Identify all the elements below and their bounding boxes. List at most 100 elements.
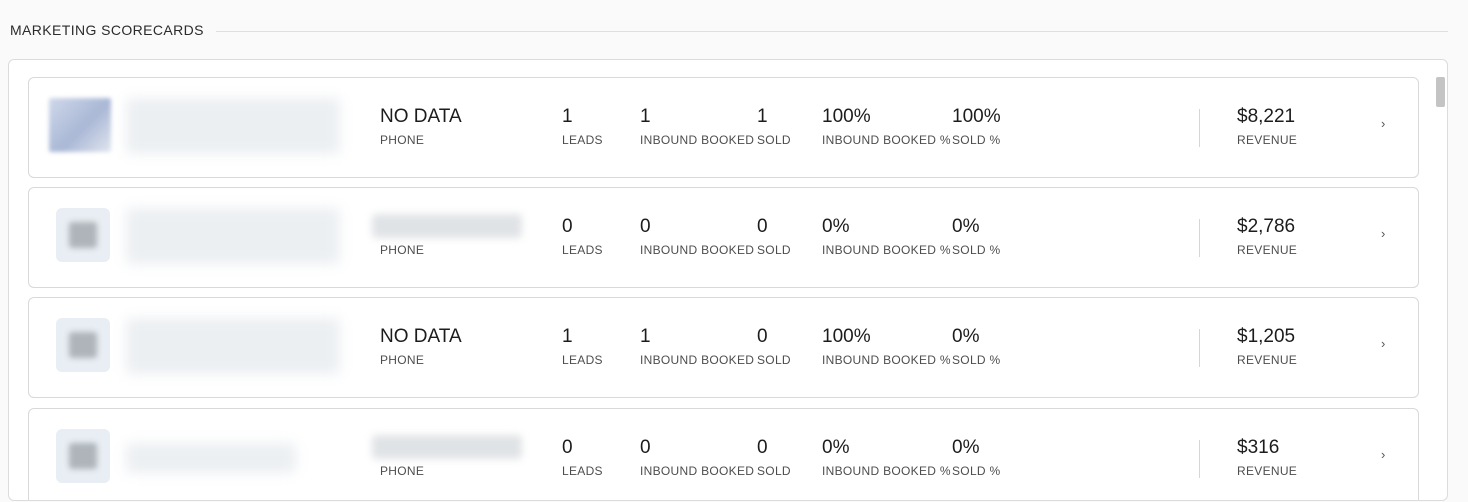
revenue-metric: $316 REVENUE xyxy=(1237,437,1297,478)
revenue-label: REVENUE xyxy=(1237,353,1298,367)
phone-metric: PHONE xyxy=(380,216,424,257)
revenue-value: $2,786 xyxy=(1237,216,1296,237)
revenue-divider xyxy=(1199,440,1200,478)
inbound-booked-value: 1 xyxy=(640,106,651,127)
sold-value: 0 xyxy=(757,437,768,458)
leads-metric: 1 LEADS xyxy=(562,106,603,147)
leads-label: LEADS xyxy=(562,243,603,257)
scorecards-panel: NO DATA PHONE 1 LEADS 1 INBOUND BOOKED 1… xyxy=(8,59,1448,501)
scorecard-card[interactable]: PHONE 0 LEADS 0 INBOUND BOOKED 0 SOLD 0%… xyxy=(28,187,1419,288)
inbound-booked-pct-value: 0% xyxy=(822,437,850,458)
sold-value: 1 xyxy=(757,106,768,127)
chevron-right-icon[interactable]: › xyxy=(1381,447,1391,463)
revenue-metric: $8,221 REVENUE xyxy=(1237,106,1297,147)
revenue-label: REVENUE xyxy=(1237,464,1298,478)
inbound-booked-value: 0 xyxy=(640,437,651,458)
sold-pct-label: SOLD % xyxy=(952,133,1001,147)
section-header: MARKETING SCORECARDS xyxy=(10,20,1448,40)
section-title: MARKETING SCORECARDS xyxy=(10,22,204,38)
inbound-booked-metric: 0 INBOUND BOOKED xyxy=(640,216,754,257)
inbound-booked-pct-label: INBOUND BOOKED % xyxy=(822,243,951,257)
leads-value: 1 xyxy=(562,326,573,347)
sold-pct-value: 100% xyxy=(952,106,1001,127)
sold-pct-value: 0% xyxy=(952,216,980,237)
inbound-booked-pct-metric: 100% INBOUND BOOKED % xyxy=(822,106,951,147)
sold-pct-label: SOLD % xyxy=(952,243,1001,257)
revenue-label: REVENUE xyxy=(1237,243,1298,257)
source-thumbnail xyxy=(49,98,111,152)
inbound-booked-label: INBOUND BOOKED xyxy=(640,353,755,367)
chevron-right-icon[interactable]: › xyxy=(1381,226,1391,242)
sold-metric: 0 SOLD xyxy=(757,326,791,367)
revenue-metric: $2,786 REVENUE xyxy=(1237,216,1297,257)
scorecard-card[interactable]: PHONE 0 LEADS 0 INBOUND BOOKED 0 SOLD 0%… xyxy=(28,408,1419,500)
leads-metric: 1 LEADS xyxy=(562,326,603,367)
sold-value: 0 xyxy=(757,326,768,347)
phone-label: PHONE xyxy=(380,353,425,367)
sold-pct-value: 0% xyxy=(952,437,980,458)
inbound-booked-label: INBOUND BOOKED xyxy=(640,243,755,257)
source-name-redacted xyxy=(126,318,340,374)
sold-metric: 1 SOLD xyxy=(757,106,791,147)
revenue-divider xyxy=(1199,219,1200,257)
inbound-booked-pct-metric: 0% INBOUND BOOKED % xyxy=(822,437,951,478)
revenue-divider xyxy=(1199,109,1200,147)
leads-value: 0 xyxy=(562,216,573,237)
sold-metric: 0 SOLD xyxy=(757,216,791,257)
leads-label: LEADS xyxy=(562,464,603,478)
inbound-booked-pct-label: INBOUND BOOKED % xyxy=(822,353,951,367)
sold-pct-value: 0% xyxy=(952,326,980,347)
phone-label: PHONE xyxy=(380,133,425,147)
revenue-value: $316 xyxy=(1237,437,1280,458)
inbound-booked-metric: 1 INBOUND BOOKED xyxy=(640,326,754,367)
leads-metric: 0 LEADS xyxy=(562,437,603,478)
scrollbar-thumb[interactable] xyxy=(1436,77,1445,107)
revenue-value: $1,205 xyxy=(1237,326,1296,347)
scorecard-card[interactable]: NO DATA PHONE 1 LEADS 1 INBOUND BOOKED 1… xyxy=(28,77,1419,178)
sold-label: SOLD xyxy=(757,353,791,367)
phone-metric: PHONE xyxy=(380,437,424,478)
inbound-booked-pct-metric: 100% INBOUND BOOKED % xyxy=(822,326,951,367)
phone-value xyxy=(380,216,424,238)
chevron-right-icon[interactable]: › xyxy=(1381,116,1391,132)
inbound-booked-pct-value: 100% xyxy=(822,106,871,127)
leads-metric: 0 LEADS xyxy=(562,216,603,257)
sold-label: SOLD xyxy=(757,133,791,147)
leads-value: 0 xyxy=(562,437,573,458)
source-thumbnail xyxy=(56,429,110,483)
inbound-booked-label: INBOUND BOOKED xyxy=(640,133,755,147)
phone-value: NO DATA xyxy=(380,106,462,127)
inbound-booked-metric: 0 INBOUND BOOKED xyxy=(640,437,754,478)
source-thumbnail xyxy=(56,318,110,372)
chevron-right-icon[interactable]: › xyxy=(1381,336,1391,352)
sold-pct-metric: 0% SOLD % xyxy=(952,326,1000,367)
inbound-booked-pct-label: INBOUND BOOKED % xyxy=(822,133,951,147)
section-divider xyxy=(215,30,1448,32)
sold-label: SOLD xyxy=(757,464,791,478)
inbound-booked-metric: 1 INBOUND BOOKED xyxy=(640,106,754,147)
leads-label: LEADS xyxy=(562,353,603,367)
sold-pct-metric: 0% SOLD % xyxy=(952,216,1000,257)
phone-metric: NO DATA PHONE xyxy=(380,106,462,147)
inbound-booked-pct-label: INBOUND BOOKED % xyxy=(822,464,951,478)
leads-label: LEADS xyxy=(562,133,603,147)
sold-pct-metric: 0% SOLD % xyxy=(952,437,1000,478)
phone-value xyxy=(380,437,424,459)
scrollbar-track[interactable] xyxy=(1436,60,1446,500)
revenue-metric: $1,205 REVENUE xyxy=(1237,326,1297,367)
scorecard-card[interactable]: NO DATA PHONE 1 LEADS 1 INBOUND BOOKED 0… xyxy=(28,297,1419,398)
sold-pct-label: SOLD % xyxy=(952,353,1001,367)
sold-label: SOLD xyxy=(757,243,791,257)
revenue-divider xyxy=(1199,329,1200,367)
revenue-value: $8,221 xyxy=(1237,106,1296,127)
source-name-redacted xyxy=(126,98,340,154)
phone-value: NO DATA xyxy=(380,326,462,347)
sold-pct-metric: 100% SOLD % xyxy=(952,106,1001,147)
inbound-booked-label: INBOUND BOOKED xyxy=(640,464,755,478)
leads-value: 1 xyxy=(562,106,573,127)
inbound-booked-pct-value: 0% xyxy=(822,216,850,237)
inbound-booked-pct-metric: 0% INBOUND BOOKED % xyxy=(822,216,951,257)
phone-label: PHONE xyxy=(380,243,425,257)
sold-value: 0 xyxy=(757,216,768,237)
inbound-booked-value: 0 xyxy=(640,216,651,237)
